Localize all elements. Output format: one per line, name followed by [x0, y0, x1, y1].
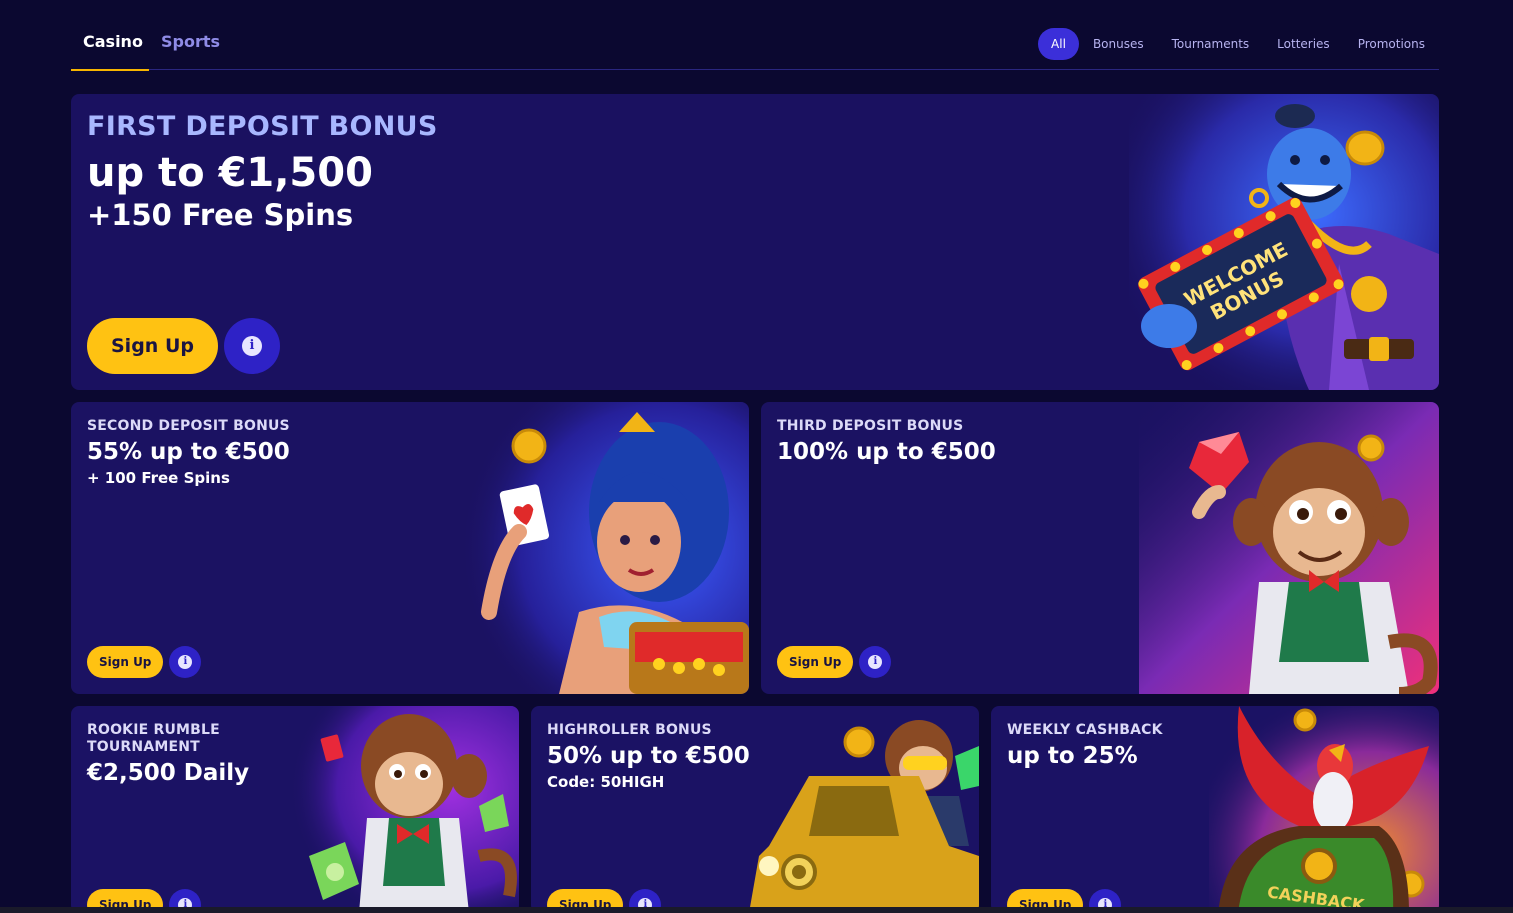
card-kicker: WEEKLY CASHBACK [1007, 722, 1163, 738]
card-headline: up to 25% [1007, 743, 1138, 769]
hero-text: FIRST DEPOSIT BONUS up to €1,500 +150 Fr… [87, 110, 438, 232]
top-nav: Casino Sports All Bonuses Tournaments Lo… [71, 20, 1439, 71]
princess-illustration [459, 402, 749, 694]
highroller-bonus-card[interactable]: HIGHROLLER BONUS 50% up to €500 Code: 50… [531, 706, 979, 913]
parrot-cashback-illustration: CASHBACK [1209, 706, 1439, 913]
card-text: WEEKLY CASHBACK up to 25% [1007, 722, 1163, 771]
card-headline: 55% up to €500 [87, 439, 290, 465]
hero-info-button[interactable]: i [223, 318, 280, 374]
filter-all[interactable]: All [1038, 28, 1079, 60]
info-icon: i [868, 655, 883, 669]
card-kicker: ROOKIE RUMBLE TOURNAMENT [87, 722, 220, 755]
card-text: ROOKIE RUMBLE TOURNAMENT €2,500 Daily [87, 722, 249, 788]
card-subline: + 100 Free Spins [87, 469, 230, 487]
card-text: SECOND DEPOSIT BONUS 55% up to €500 + 10… [87, 418, 290, 487]
hero-kicker: FIRST DEPOSIT BONUS [87, 111, 438, 142]
info-icon: i [178, 655, 193, 669]
sign-up-button[interactable]: Sign Up [777, 646, 854, 678]
card-headline: 100% up to €500 [777, 439, 996, 465]
hero-actions: Sign Up i [87, 318, 280, 374]
card-kicker: THIRD DEPOSIT BONUS [777, 418, 964, 434]
filter-bonuses[interactable]: Bonuses [1079, 28, 1158, 60]
tab-casino[interactable]: Casino [71, 20, 149, 71]
third-deposit-bonus-card[interactable]: THIRD DEPOSIT BONUS 100% up to €500 Sign… [761, 402, 1439, 694]
card-kicker: SECOND DEPOSIT BONUS [87, 418, 290, 434]
filter-lotteries[interactable]: Lotteries [1263, 28, 1344, 60]
rookie-rumble-tournament-card[interactable]: ROOKIE RUMBLE TOURNAMENT €2,500 Daily Si… [71, 706, 519, 913]
info-button[interactable]: i [859, 646, 892, 678]
hero-subline: +150 Free Spins [87, 198, 354, 232]
hero-headline: up to €1,500 [87, 150, 373, 196]
tab-sports[interactable]: Sports [149, 20, 232, 70]
sign-up-button[interactable]: Sign Up [87, 646, 164, 678]
hero-sign-up-button[interactable]: Sign Up [87, 318, 218, 374]
monkey-gem-illustration [1139, 402, 1439, 694]
monkey-cards-illustration [289, 706, 519, 913]
card-headline: €2,500 Daily [87, 760, 250, 786]
card-actions: Sign Up i [87, 646, 202, 678]
genie-illustration: WELCOME BONUS [1129, 94, 1439, 390]
main-tabs: Casino Sports [71, 20, 232, 71]
card-headline: 50% up to €500 [547, 743, 750, 769]
info-icon: i [241, 336, 262, 356]
bottom-edge [0, 907, 1513, 913]
filter-promotions[interactable]: Promotions [1344, 28, 1439, 60]
promotions-page: Casino Sports All Bonuses Tournaments Lo… [0, 0, 1513, 913]
monkey-car-illustration [749, 720, 979, 913]
card-actions: Sign Up i [777, 646, 892, 678]
card-kicker: HIGHROLLER BONUS [547, 722, 712, 738]
info-button[interactable]: i [169, 646, 202, 678]
card-text: THIRD DEPOSIT BONUS 100% up to €500 [777, 418, 996, 467]
weekly-cashback-card[interactable]: WEEKLY CASHBACK up to 25% Sign Up i CASH… [991, 706, 1439, 913]
first-deposit-bonus-card[interactable]: FIRST DEPOSIT BONUS up to €1,500 +150 Fr… [71, 94, 1439, 390]
category-filters: All Bonuses Tournaments Lotteries Promot… [1038, 28, 1439, 60]
card-text: HIGHROLLER BONUS 50% up to €500 Code: 50… [547, 722, 750, 791]
card-subline: Code: 50HIGH [547, 773, 665, 791]
second-deposit-bonus-card[interactable]: SECOND DEPOSIT BONUS 55% up to €500 + 10… [71, 402, 749, 694]
filter-tournaments[interactable]: Tournaments [1158, 28, 1264, 60]
